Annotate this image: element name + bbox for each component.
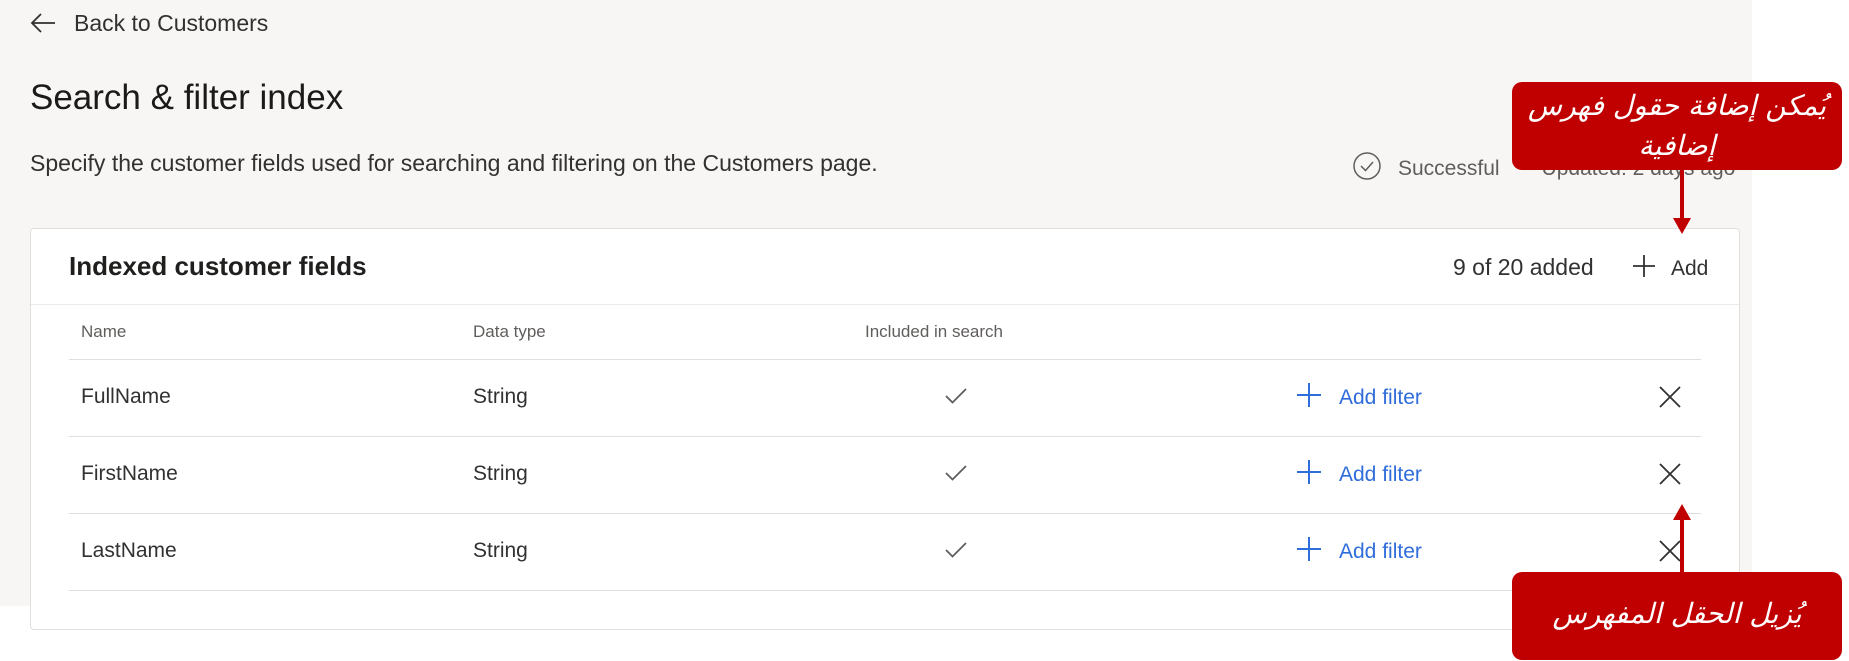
- column-header-name[interactable]: Name: [81, 322, 126, 342]
- callout-arrow-up: [1673, 504, 1691, 574]
- close-icon: [1659, 463, 1681, 485]
- page-description: Specify the customer fields used for sea…: [30, 150, 878, 176]
- plus-icon: [1631, 253, 1657, 285]
- checkmark-icon: [945, 387, 967, 410]
- remove-field-button[interactable]: [1657, 461, 1683, 487]
- table-row: FullName String Add filter: [69, 360, 1701, 437]
- card-title: Indexed customer fields: [69, 251, 367, 281]
- field-data-type: String: [473, 385, 528, 408]
- callout-arrow-down: [1673, 168, 1691, 234]
- plus-icon: [1295, 535, 1323, 569]
- field-data-type: String: [473, 462, 528, 485]
- fields-count: 9 of 20 added: [1453, 254, 1594, 280]
- page-title: Search & filter index: [30, 78, 344, 117]
- fields-table: Name Data type Included in search FullNa…: [69, 305, 1701, 591]
- checkmark-icon: [945, 541, 967, 564]
- add-filter-label: Add filter: [1339, 386, 1422, 409]
- close-icon: [1659, 386, 1681, 408]
- table-row: FirstName String Add filter: [69, 437, 1701, 514]
- status-text: Successful: [1398, 157, 1500, 180]
- indexed-fields-card: Indexed customer fields 9 of 20 added Ad…: [30, 228, 1740, 630]
- table-row: LastName String Add filter: [69, 514, 1701, 591]
- plus-icon: [1295, 458, 1323, 492]
- add-filter-button[interactable]: Add filter: [1295, 455, 1422, 495]
- add-filter-label: Add filter: [1339, 463, 1422, 486]
- field-data-type: String: [473, 539, 528, 562]
- checkmark-circle-icon: [1352, 151, 1382, 187]
- column-header-data-type[interactable]: Data type: [473, 322, 546, 342]
- field-name: LastName: [81, 539, 177, 562]
- add-filter-button[interactable]: Add filter: [1295, 378, 1422, 418]
- column-header-included-in-search[interactable]: Included in search: [865, 322, 1003, 342]
- add-field-button[interactable]: Add: [1631, 249, 1708, 289]
- checkmark-icon: [945, 464, 967, 487]
- field-name: FullName: [81, 385, 171, 408]
- arrow-left-icon: [30, 13, 56, 33]
- add-button-label: Add: [1671, 257, 1709, 280]
- plus-icon: [1295, 381, 1323, 415]
- field-name: FirstName: [81, 462, 178, 485]
- card-header: Indexed customer fields 9 of 20 added Ad…: [31, 229, 1739, 305]
- add-filter-label: Add filter: [1339, 540, 1422, 563]
- add-filter-button[interactable]: Add filter: [1295, 532, 1422, 572]
- table-header: Name Data type Included in search: [69, 305, 1701, 360]
- back-link-label: Back to Customers: [74, 9, 269, 36]
- remove-field-button[interactable]: [1657, 384, 1683, 410]
- add-fields-callout: يُمكن إضافة حقول فهرس إضافية: [1512, 82, 1842, 170]
- remove-field-callout: يُزيل الحقل المفهرس: [1512, 572, 1842, 660]
- back-to-customers-link[interactable]: Back to Customers: [30, 6, 268, 40]
